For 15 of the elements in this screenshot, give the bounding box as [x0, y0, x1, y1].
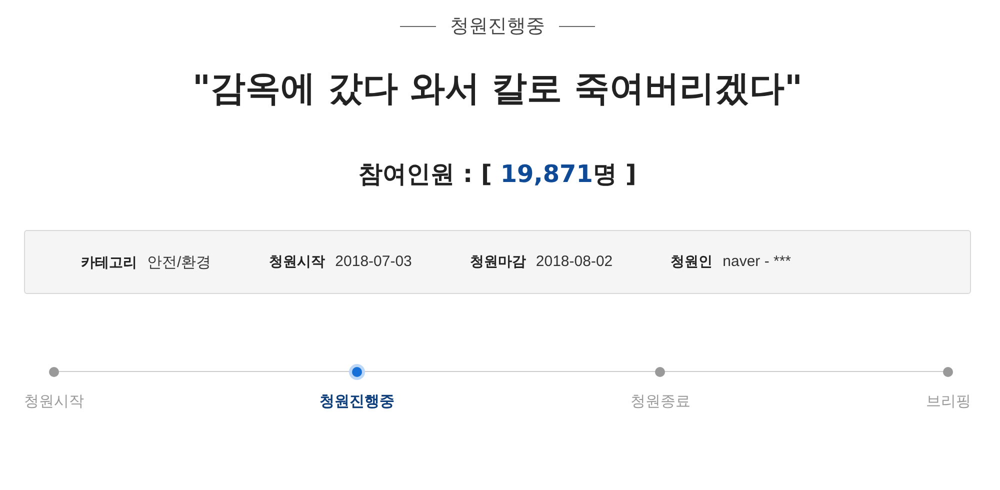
info-label: 청원마감	[470, 253, 526, 271]
step-label: 청원시작	[24, 392, 84, 411]
info-label: 청원인	[670, 253, 713, 271]
info-value: 안전/환경	[147, 252, 212, 272]
info-label: 카테고리	[81, 254, 137, 272]
info-label: 청원시작	[269, 253, 326, 271]
info-value: 2018-07-03	[335, 253, 412, 270]
petition-title: "감옥에 갔다 와서 칼로 죽여버리겠다"	[191, 68, 804, 111]
step-label: 청원진행중	[320, 392, 395, 411]
info-value: naver - ***	[722, 253, 792, 270]
step-label: 청원종료	[630, 392, 690, 411]
participant-count: 참여인원 : [ 19,871명 ]	[358, 159, 638, 190]
status-heading: 청원진행중	[450, 14, 545, 39]
step-label: 브리핑	[926, 392, 971, 411]
info-value: 2018-08-02	[536, 253, 613, 270]
